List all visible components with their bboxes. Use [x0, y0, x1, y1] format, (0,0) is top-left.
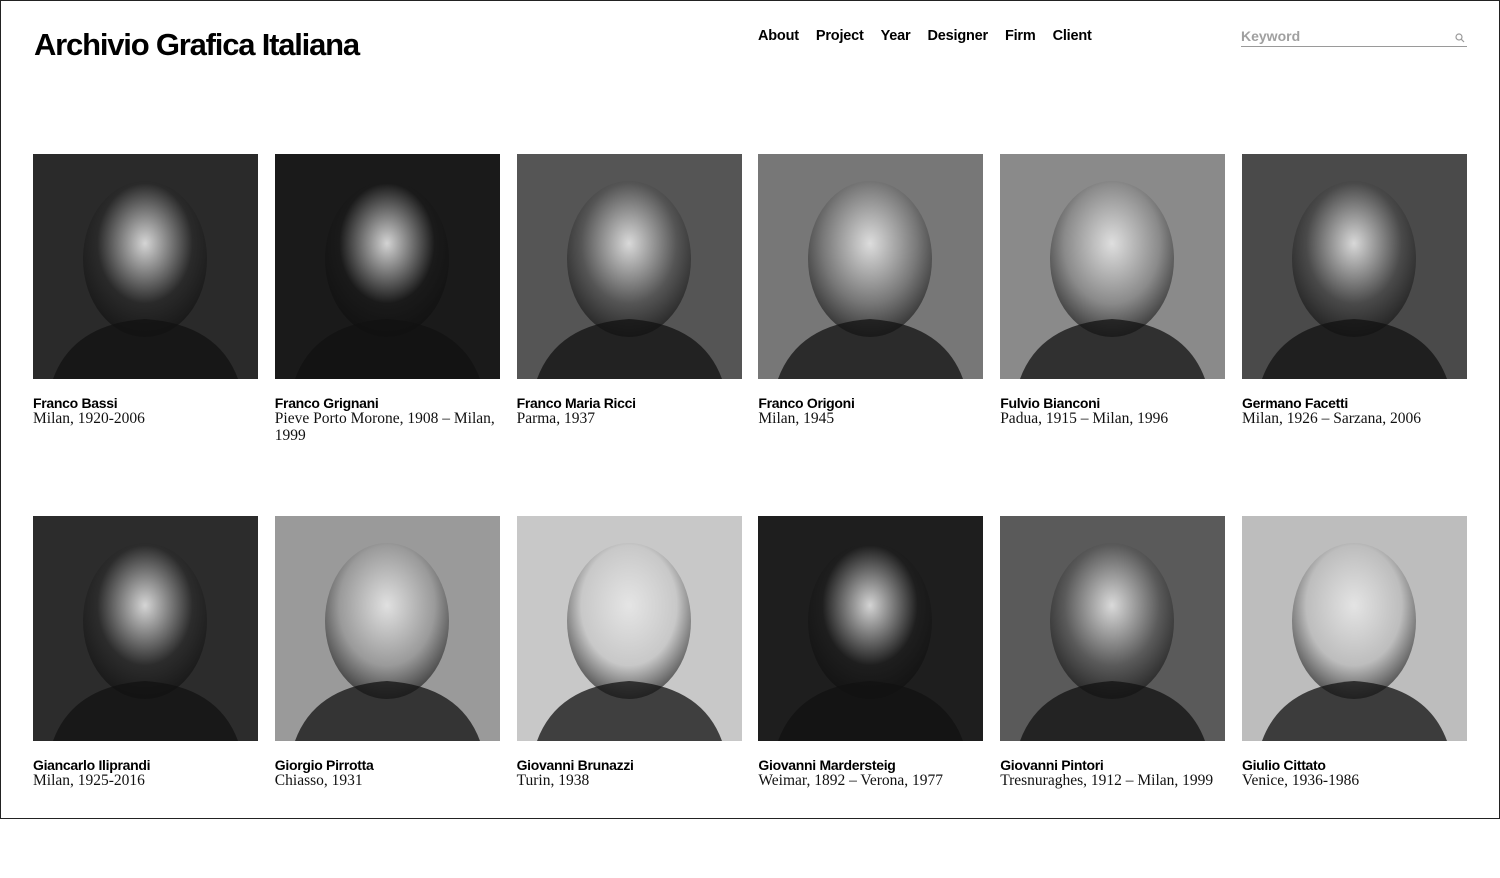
designer-card[interactable]: Giovanni Pintori Tresnuraghes, 1912 – Mil… [1000, 516, 1226, 878]
designer-card[interactable]: Giovanni Mardersteig Weimar, 1892 – Veron… [758, 516, 984, 878]
designer-card[interactable]: Franco Maria Ricci Parma, 1937 [516, 154, 742, 516]
designer-bio: Milan, 1926 – Sarzana, 2006 [1241, 410, 1422, 427]
designer-card[interactable]: Giorgio Pirrotta Chiasso, 1931 [274, 516, 500, 878]
designer-portrait[interactable] [758, 154, 984, 379]
designer-bio: Tresnuraghes, 1912 – Milan, 1999 [1000, 772, 1214, 789]
designer-portrait[interactable] [1000, 154, 1226, 379]
designer-card[interactable]: Giancarlo Iliprandi Milan, 1925-2016 [33, 516, 258, 878]
nav-year[interactable]: Year [881, 26, 911, 46]
designer-name[interactable]: Franco Origoni [758, 395, 983, 411]
designer-card[interactable]: Germano Facetti Milan, 1926 – Sarzana, 20… [1241, 154, 1467, 516]
designer-name[interactable]: Giulio Cittato [1242, 757, 1467, 773]
designer-name[interactable]: Giovanni Pintori [1000, 757, 1225, 773]
search-bar [1241, 27, 1467, 47]
search-input[interactable] [1241, 27, 1441, 45]
designer-bio: Turin, 1938 [516, 772, 590, 789]
nav-designer[interactable]: Designer [927, 26, 988, 46]
designer-grid: Franco Bassi Milan, 1920-2006 Franco Grign… [33, 154, 1467, 878]
designer-bio: Padua, 1915 – Milan, 1996 [1000, 410, 1169, 427]
site-title[interactable]: Archivio Grafica Italiana [34, 26, 360, 64]
designer-bio: Weimar, 1892 – Verona, 1977 [758, 772, 944, 789]
designer-card[interactable]: Giulio Cittato Venice, 1936-1986 [1241, 516, 1467, 878]
designer-bio: Chiasso, 1931 [274, 772, 363, 789]
designer-name[interactable]: Franco Maria Ricci [517, 395, 742, 411]
designer-portrait[interactable] [516, 154, 742, 379]
designer-name[interactable]: Franco Grignani [275, 395, 500, 411]
nav-client[interactable]: Client [1053, 26, 1092, 46]
designer-portrait[interactable] [758, 516, 984, 741]
nav-about[interactable]: About [758, 26, 799, 46]
designer-card[interactable]: Franco Grignani Pieve Porto Morone, 1908 … [274, 154, 500, 516]
designer-portrait[interactable] [1241, 516, 1467, 741]
designer-name[interactable]: Giorgio Pirrotta [275, 757, 500, 773]
designer-name[interactable]: Giancarlo Iliprandi [33, 757, 258, 773]
search-icon[interactable] [1455, 30, 1465, 43]
designer-portrait[interactable] [1000, 516, 1226, 741]
designer-portrait[interactable] [1241, 154, 1467, 379]
designer-bio: Pieve Porto Morone, 1908 – Milan, 1999 [274, 410, 495, 444]
designer-portrait[interactable] [274, 154, 500, 379]
designer-bio: Milan, 1925-2016 [33, 772, 145, 789]
designer-card[interactable]: Franco Origoni Milan, 1945 [758, 154, 984, 516]
designer-name[interactable]: Franco Bassi [33, 395, 258, 411]
designer-name[interactable]: Giovanni Brunazzi [517, 757, 742, 773]
designer-bio: Milan, 1945 [758, 410, 835, 427]
designer-bio: Milan, 1920-2006 [33, 410, 145, 427]
designer-bio: Parma, 1937 [516, 410, 595, 427]
designer-portrait[interactable] [33, 154, 258, 379]
nav-firm[interactable]: Firm [1005, 26, 1036, 46]
designer-name[interactable]: Giovanni Mardersteig [758, 757, 983, 773]
designer-bio: Venice, 1936-1986 [1241, 772, 1360, 789]
designer-card[interactable]: Giovanni Brunazzi Turin, 1938 [516, 516, 742, 878]
main-nav: About Project Year Designer Firm Client [758, 26, 1109, 46]
designer-card[interactable]: Franco Bassi Milan, 1920-2006 [33, 154, 258, 516]
designer-portrait[interactable] [274, 516, 500, 741]
designer-card[interactable]: Fulvio Bianconi Padua, 1915 – Milan, 1996 [1000, 154, 1226, 516]
designer-name[interactable]: Germano Facetti [1242, 395, 1467, 411]
designer-portrait[interactable] [516, 516, 742, 741]
nav-project[interactable]: Project [816, 26, 864, 46]
designer-portrait[interactable] [33, 516, 258, 741]
designer-name[interactable]: Fulvio Bianconi [1000, 395, 1225, 411]
